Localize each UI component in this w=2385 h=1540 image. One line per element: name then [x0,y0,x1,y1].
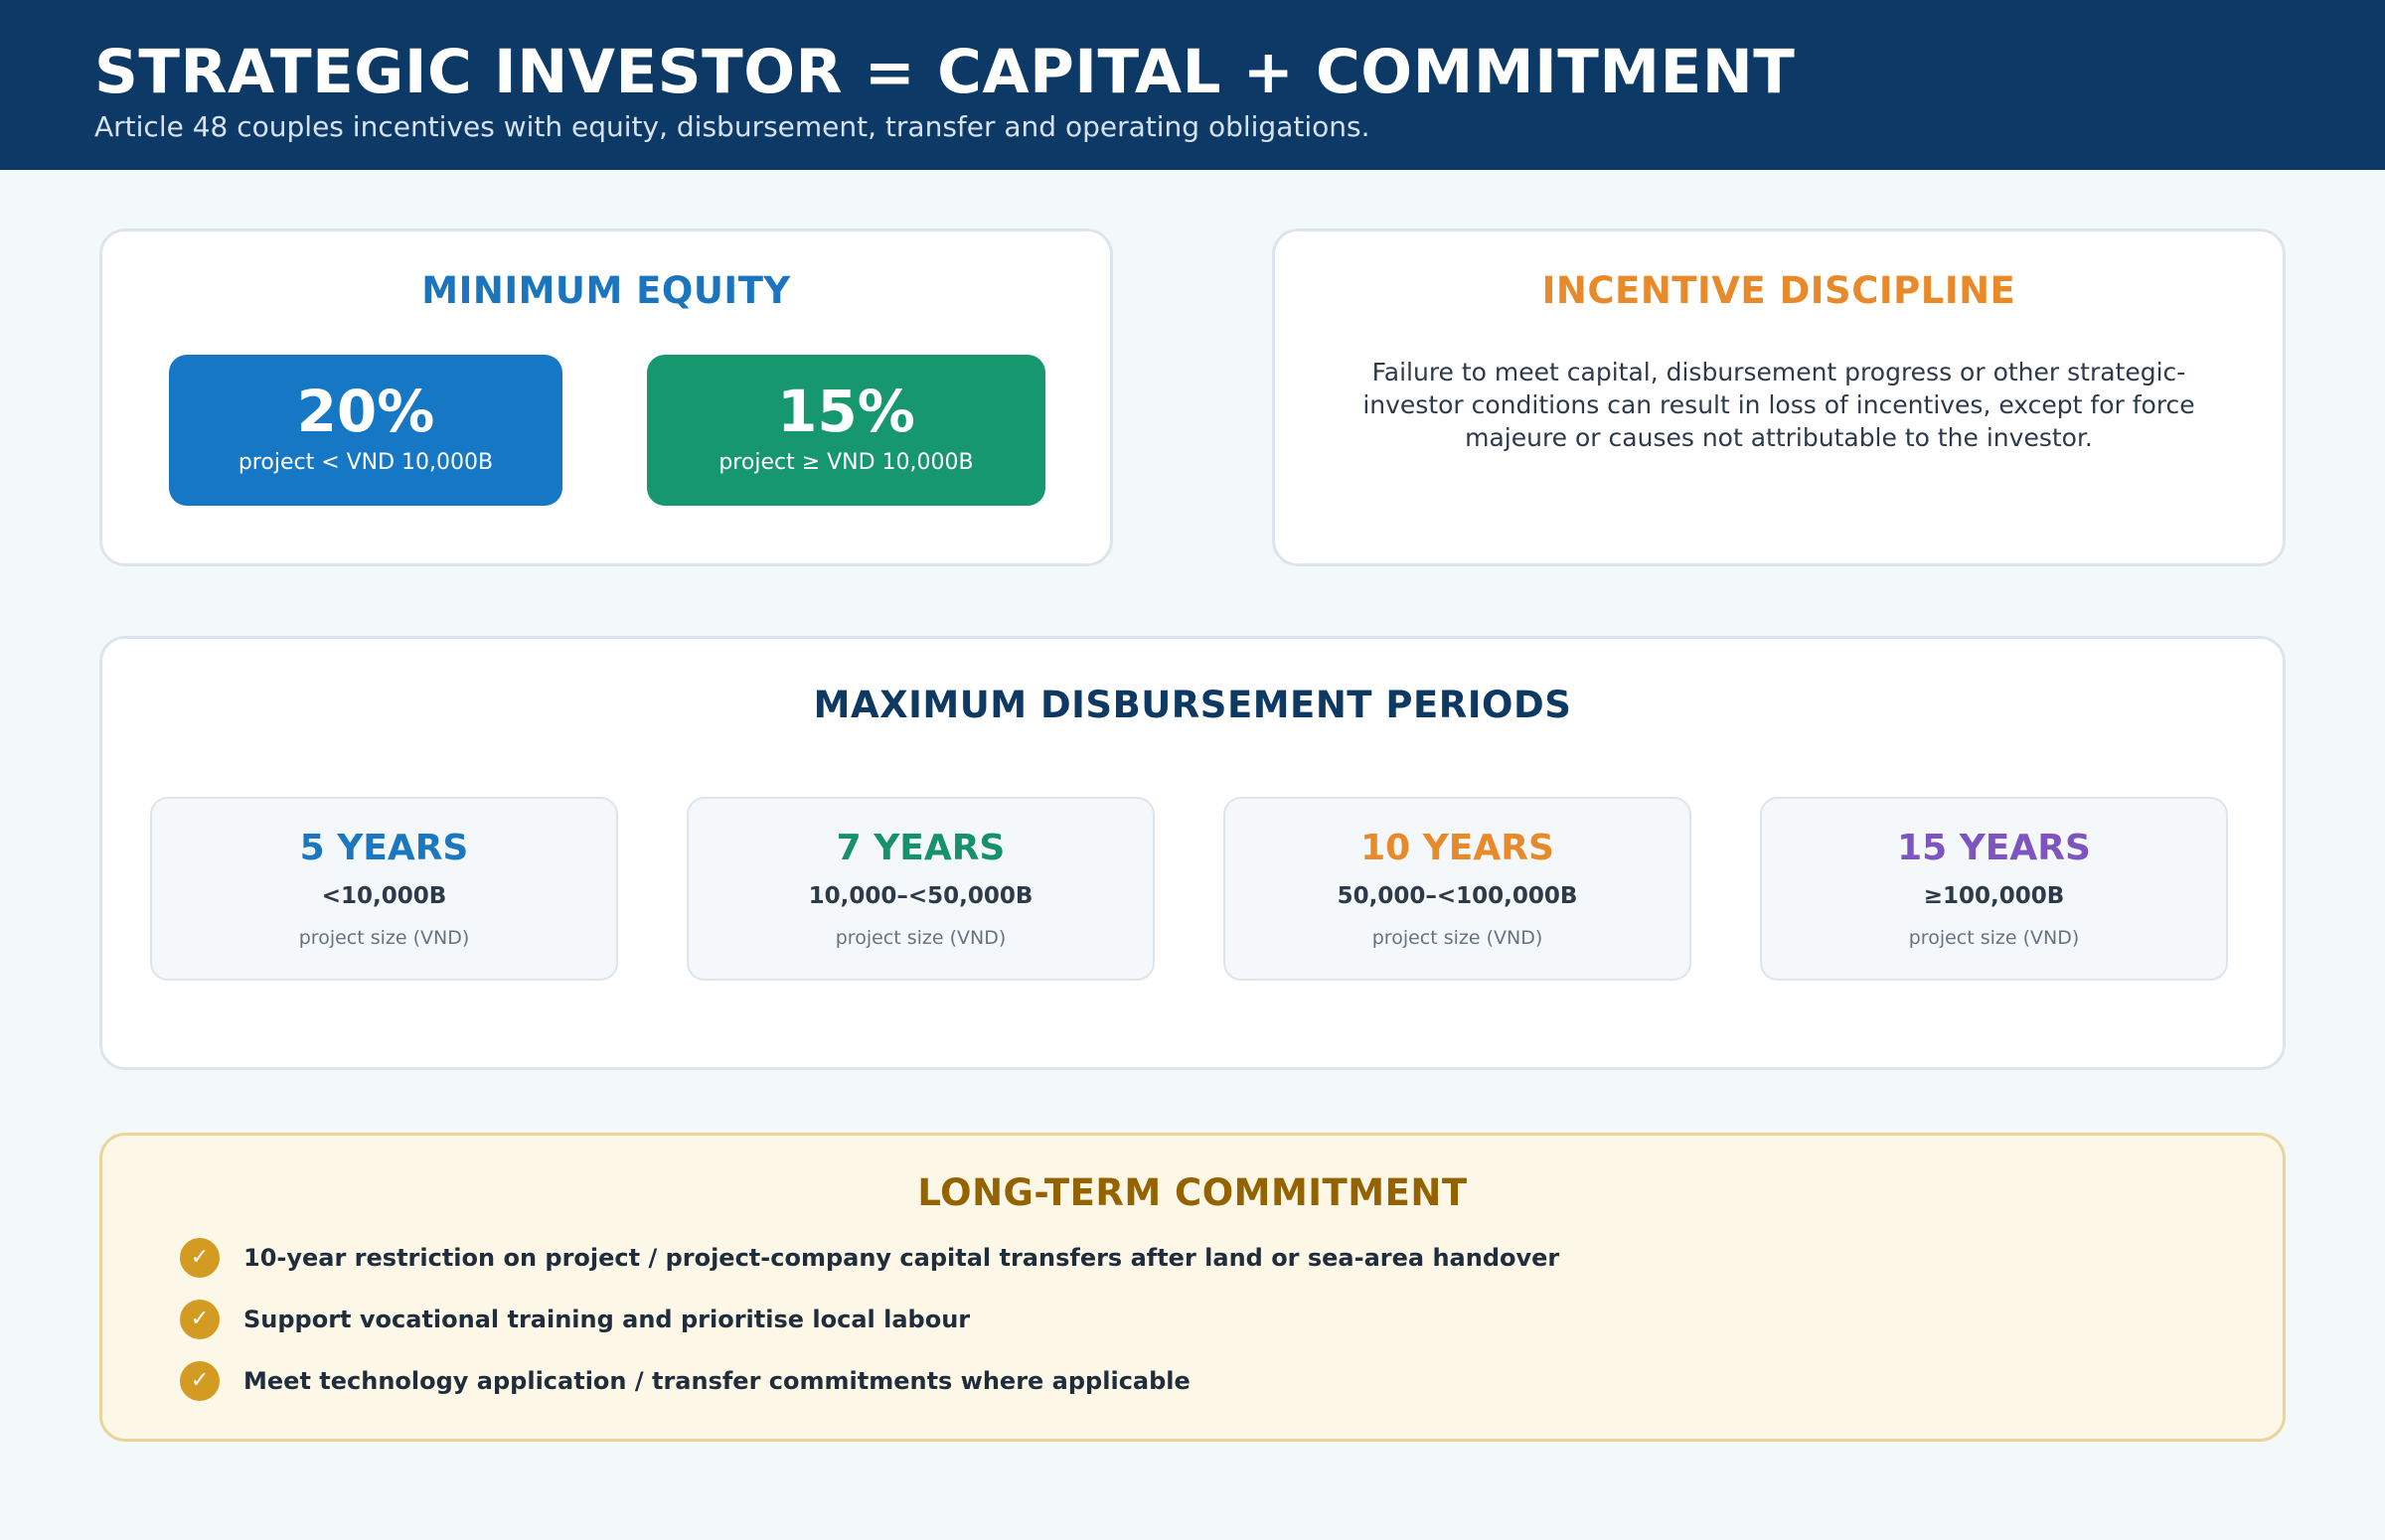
equity-tile-small-project: 20% project < VND 10,000B [169,355,562,506]
checkmark-icon: ✓ [180,1361,220,1401]
minimum-equity-card: MINIMUM EQUITY 20% project < VND 10,000B… [99,229,1113,566]
checkmark-icon: ✓ [180,1300,220,1339]
incentive-discipline-text: Failure to meet capital, disbursement pr… [1362,358,2195,452]
commitment-item-text: Meet technology application / transfer c… [243,1367,1191,1395]
commitment-item-text: 10-year restriction on project / project… [243,1244,1560,1272]
period-unit-label: project size (VND) [298,927,470,949]
period-years: 10 YEARS [1360,828,1554,868]
equity-tile-large-project: 15% project ≥ VND 10,000B [647,355,1045,506]
period-project-size: ≥100,000B [1923,883,2065,909]
period-years: 15 YEARS [1897,828,2091,868]
equity-percentage: 15% [777,378,915,445]
header-banner: STRATEGIC INVESTOR = CAPITAL + COMMITMEN… [0,0,2385,170]
commitment-item: ✓ Meet technology application / transfer… [180,1360,1191,1402]
long-term-commitment-title: LONG-TERM COMMITMENT [917,1171,1468,1214]
period-unit-label: project size (VND) [1371,927,1543,949]
disbursement-periods-title: MAXIMUM DISBURSEMENT PERIODS [813,684,1572,726]
period-project-size: 50,000–<100,000B [1337,883,1578,909]
period-years: 7 YEARS [836,828,1006,868]
period-unit-label: project size (VND) [835,927,1007,949]
period-project-size: <10,000B [321,883,447,909]
disbursement-periods-card: MAXIMUM DISBURSEMENT PERIODS 5 YEARS <10… [99,636,2286,1070]
long-term-commitment-card: LONG-TERM COMMITMENT ✓ 10-year restricti… [99,1133,2286,1442]
period-unit-label: project size (VND) [1908,927,2080,949]
period-years: 5 YEARS [299,828,469,868]
commitment-item: ✓ Support vocational training and priori… [180,1299,970,1340]
period-tile-15-years: 15 YEARS ≥100,000B project size (VND) [1760,797,2228,981]
period-tile-10-years: 10 YEARS 50,000–<100,000B project size (… [1223,797,1691,981]
checkmark-icon: ✓ [180,1238,220,1278]
equity-percentage: 20% [296,378,435,445]
period-tile-7-years: 7 YEARS 10,000–<50,000B project size (VN… [687,797,1155,981]
page-subtitle: Article 48 couples incentives with equit… [94,110,1370,143]
commitment-item-text: Support vocational training and prioriti… [243,1306,971,1333]
page-title: STRATEGIC INVESTOR = CAPITAL + COMMITMEN… [94,37,1796,107]
period-project-size: 10,000–<50,000B [808,883,1034,909]
incentive-discipline-title: INCENTIVE DISCIPLINE [1541,269,2016,312]
period-tile-5-years: 5 YEARS <10,000B project size (VND) [150,797,618,981]
equity-condition: project < VND 10,000B [238,450,494,475]
commitment-item: ✓ 10-year restriction on project / proje… [180,1237,1559,1279]
equity-condition: project ≥ VND 10,000B [718,450,974,475]
incentive-discipline-card: INCENTIVE DISCIPLINE Failure to meet cap… [1272,229,2286,566]
minimum-equity-title: MINIMUM EQUITY [421,269,791,312]
